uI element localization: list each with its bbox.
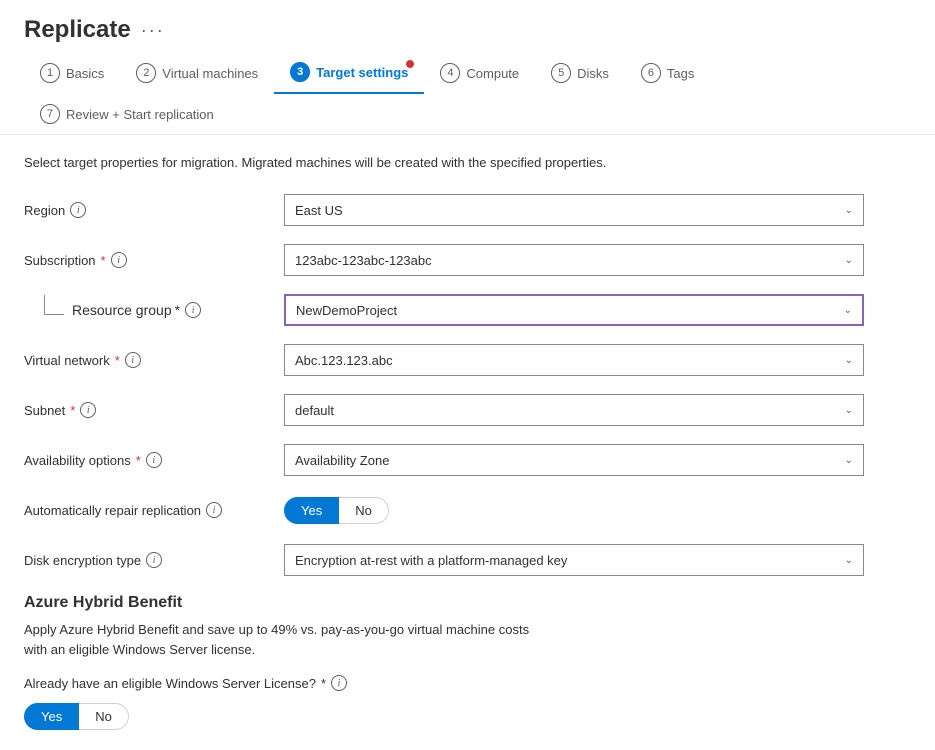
region-dropdown[interactable]: East US ⌄	[284, 194, 864, 226]
step-num-7: 7	[40, 104, 60, 124]
availability-label: Availability options * i	[24, 452, 284, 468]
subscription-info-icon[interactable]: i	[111, 252, 127, 268]
subscription-label: Subscription * i	[24, 252, 284, 268]
step-virtual-machines[interactable]: 2 Virtual machines	[120, 53, 274, 93]
hybrid-yes-button[interactable]: Yes	[24, 703, 79, 730]
hybrid-section: Azure Hybrid Benefit Apply Azure Hybrid …	[24, 594, 911, 730]
step-num-3: 3	[290, 62, 310, 82]
step-target-settings[interactable]: 3 Target settings	[274, 52, 424, 94]
resource-group-dropdown[interactable]: NewDemoProject ⌄	[284, 294, 864, 326]
auto-repair-control: Yes No	[284, 497, 864, 524]
step-compute[interactable]: 4 Compute	[424, 53, 535, 93]
subscription-chevron: ⌄	[845, 255, 853, 266]
step-num-6: 6	[641, 63, 661, 83]
page-description: Select target properties for migration. …	[24, 155, 911, 170]
step-num-5: 5	[551, 63, 571, 83]
subscription-dropdown[interactable]: 123abc-123abc-123abc ⌄	[284, 244, 864, 276]
more-options-icon[interactable]: ···	[141, 20, 165, 41]
region-row: Region i East US ⌄	[24, 194, 911, 226]
disk-encryption-row: Disk encryption type i Encryption at-res…	[24, 544, 911, 576]
already-info-icon[interactable]: i	[331, 675, 347, 691]
availability-dropdown[interactable]: Availability Zone ⌄	[284, 444, 864, 476]
auto-repair-no-button[interactable]: No	[339, 497, 389, 524]
step-num-4: 4	[440, 63, 460, 83]
availability-info-icon[interactable]: i	[146, 452, 162, 468]
content-area: Select target properties for migration. …	[0, 135, 935, 750]
auto-repair-toggle: Yes No	[284, 497, 864, 524]
step-basics[interactable]: 1 Basics	[24, 53, 120, 93]
step-disks[interactable]: 5 Disks	[535, 53, 625, 93]
rg-info-icon[interactable]: i	[185, 302, 201, 318]
auto-repair-label: Automatically repair replication i	[24, 502, 284, 518]
auto-repair-row: Automatically repair replication i Yes N…	[24, 494, 911, 526]
step-label-basics: Basics	[66, 66, 104, 81]
vnet-control: Abc.123.123.abc ⌄	[284, 344, 864, 376]
disk-encryption-dropdown[interactable]: Encryption at-rest with a platform-manag…	[284, 544, 864, 576]
disk-encryption-label: Disk encryption type i	[24, 552, 284, 568]
resource-group-indent: Resource group * i	[24, 302, 284, 318]
region-control: East US ⌄	[284, 194, 864, 226]
step-label-vm: Virtual machines	[162, 66, 258, 81]
subnet-info-icon[interactable]: i	[80, 402, 96, 418]
hybrid-description: Apply Azure Hybrid Benefit and save up t…	[24, 620, 911, 659]
subscription-value: 123abc-123abc-123abc	[295, 253, 432, 268]
hybrid-toggle: Yes No	[24, 703, 911, 730]
subscription-required: *	[101, 253, 106, 268]
subnet-chevron: ⌄	[845, 405, 853, 416]
step-label-target: Target settings	[316, 65, 408, 80]
region-info-icon[interactable]: i	[70, 202, 86, 218]
virtual-network-label: Virtual network * i	[24, 352, 284, 368]
step-review[interactable]: 7 Review + Start replication	[24, 94, 230, 134]
wizard-steps: 1 Basics 2 Virtual machines 3 Target set…	[0, 52, 935, 135]
subnet-value: default	[295, 403, 334, 418]
step-dot	[406, 60, 414, 68]
resource-group-value: NewDemoProject	[296, 303, 397, 318]
subnet-dropdown[interactable]: default ⌄	[284, 394, 864, 426]
step-num-1: 1	[40, 63, 60, 83]
resource-group-row: Resource group * i NewDemoProject ⌄	[24, 294, 911, 326]
region-value: East US	[295, 203, 343, 218]
page-header: Replicate ···	[0, 0, 935, 52]
subnet-label: Subnet * i	[24, 402, 284, 418]
subnet-row: Subnet * i default ⌄	[24, 394, 911, 426]
availability-control: Availability Zone ⌄	[284, 444, 864, 476]
disk-encryption-info-icon[interactable]: i	[146, 552, 162, 568]
vnet-value: Abc.123.123.abc	[295, 353, 393, 368]
vnet-dropdown[interactable]: Abc.123.123.abc ⌄	[284, 344, 864, 376]
step-label-compute: Compute	[466, 66, 519, 81]
vnet-chevron: ⌄	[845, 355, 853, 366]
availability-row: Availability options * i Availability Zo…	[24, 444, 911, 476]
step-tags[interactable]: 6 Tags	[625, 53, 710, 93]
availability-value: Availability Zone	[295, 453, 389, 468]
disk-encryption-value: Encryption at-rest with a platform-manag…	[295, 553, 567, 568]
subnet-control: default ⌄	[284, 394, 864, 426]
region-chevron: ⌄	[845, 205, 853, 216]
step-label-tags: Tags	[667, 66, 694, 81]
disk-encryption-control: Encryption at-rest with a platform-manag…	[284, 544, 864, 576]
step-num-2: 2	[136, 63, 156, 83]
step-label-review: Review + Start replication	[66, 107, 214, 122]
disk-encryption-chevron: ⌄	[845, 555, 853, 566]
already-label: Already have an eligible Windows Server …	[24, 675, 911, 691]
step-label-disks: Disks	[577, 66, 609, 81]
hybrid-title: Azure Hybrid Benefit	[24, 594, 911, 612]
resource-group-control: NewDemoProject ⌄	[284, 294, 864, 326]
rg-required: *	[175, 302, 180, 318]
auto-repair-info-icon[interactable]: i	[206, 502, 222, 518]
virtual-network-row: Virtual network * i Abc.123.123.abc ⌄	[24, 344, 911, 376]
hybrid-no-button[interactable]: No	[79, 703, 129, 730]
region-label: Region i	[24, 202, 284, 218]
auto-repair-yes-button[interactable]: Yes	[284, 497, 339, 524]
indent-line	[44, 295, 64, 315]
subscription-control: 123abc-123abc-123abc ⌄	[284, 244, 864, 276]
subscription-row: Subscription * i 123abc-123abc-123abc ⌄	[24, 244, 911, 276]
page-title: Replicate	[24, 16, 131, 44]
availability-chevron: ⌄	[845, 455, 853, 466]
rg-chevron: ⌄	[844, 305, 852, 316]
vnet-info-icon[interactable]: i	[125, 352, 141, 368]
